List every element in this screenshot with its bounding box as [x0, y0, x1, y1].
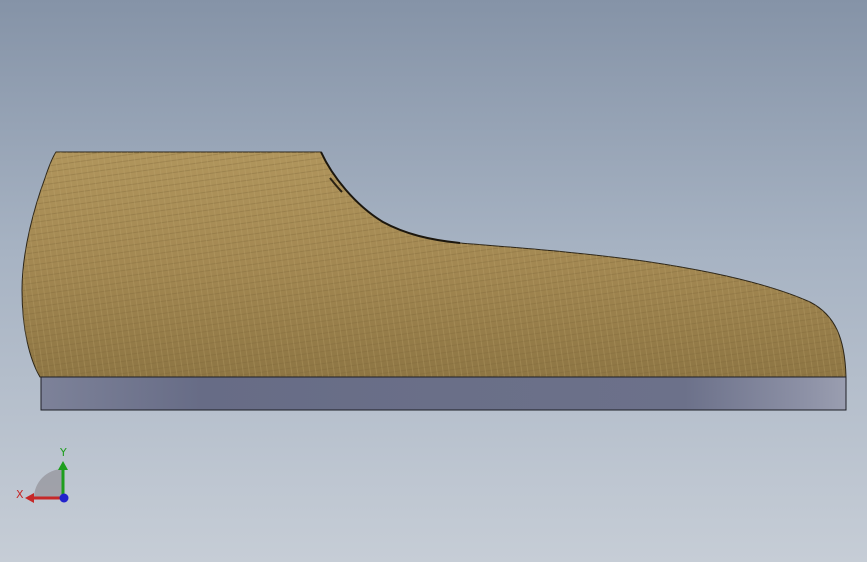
triad-y-arrow-icon [58, 461, 68, 470]
sole-plate[interactable] [40, 376, 847, 411]
triad-x-arrow-icon [25, 493, 34, 503]
shoe-last-model[interactable] [21, 151, 847, 378]
triad-plane-icon [34, 469, 63, 498]
triad-y-label: Y [59, 446, 67, 459]
coordinate-triad: Y X [16, 446, 69, 503]
model-viewport[interactable]: Y X [0, 0, 867, 562]
triad-z-axis-icon [59, 493, 69, 503]
triad-x-label: X [16, 488, 24, 501]
shoe-last-texture [22, 152, 846, 377]
